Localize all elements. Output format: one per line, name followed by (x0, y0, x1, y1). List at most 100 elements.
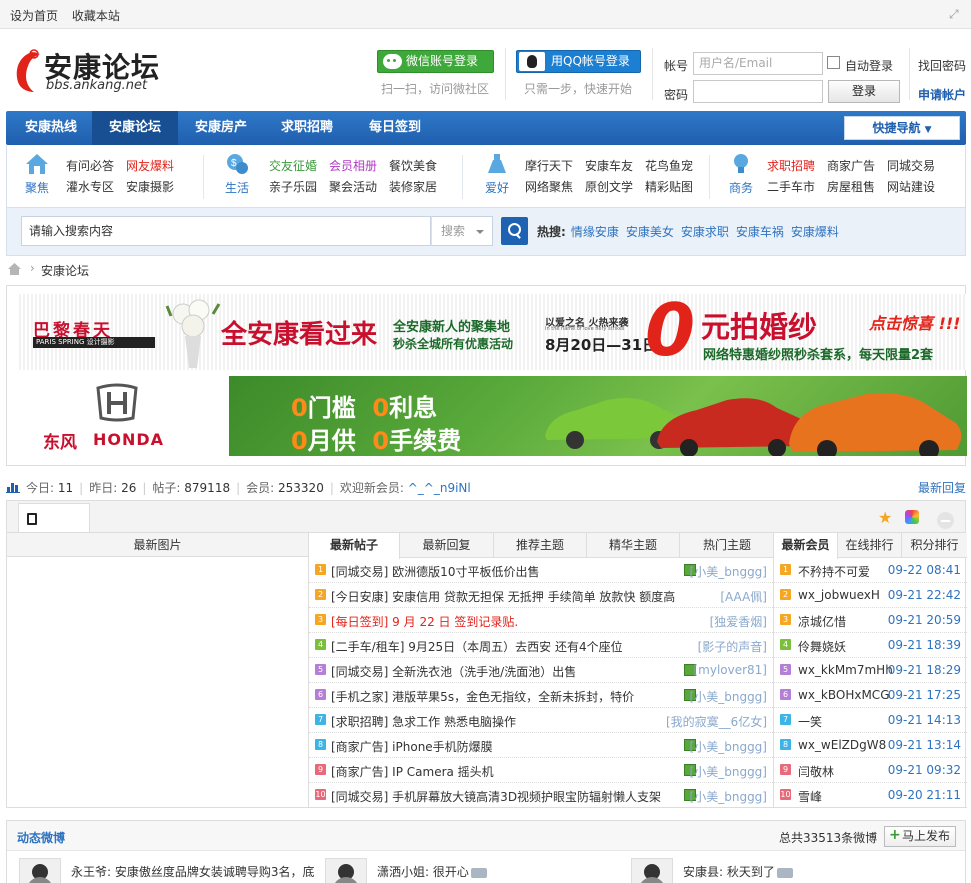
thread-title[interactable]: [商家广告] IP Camera 摇头机 (331, 763, 671, 780)
category-link[interactable]: 求职招聘 (767, 157, 815, 174)
category-name[interactable]: 商务 (729, 179, 753, 196)
thread-author[interactable]: [小美_bnggg] (690, 688, 767, 705)
thread-author[interactable]: [mylover81] (693, 663, 767, 677)
member-name[interactable]: wx_kBOHxMCG (798, 688, 890, 702)
member-name[interactable]: 雪峰 (798, 788, 822, 805)
category-link[interactable]: 灌水专区 (66, 178, 114, 195)
account-input[interactable]: 用户名/Email (693, 52, 823, 75)
thread-author[interactable]: [小美_bnggg] (690, 563, 767, 580)
thread-title[interactable]: [求职招聘] 急求工作 熟悉电脑操作 (331, 713, 676, 730)
thread-row[interactable]: 3 [每日签到] 9 月 22 日 签到记录贴. [独爱香烟] (309, 608, 773, 633)
honda-ad-banner[interactable]: 东风 HONDA 0门槛 0利息 0月供 0手续费 (17, 376, 967, 456)
weibo-item[interactable]: 潇洒小姐: 很开心 (325, 858, 625, 883)
hot-link[interactable]: 情缘安康 (571, 225, 619, 239)
member-name[interactable]: 伶舞娆妖 (798, 638, 846, 655)
thread-title[interactable]: [今日安康] 安康信用 贷款无担保 无抵押 手续简单 放款快 额度高 (331, 588, 676, 605)
category-link[interactable]: 商家广告 (827, 157, 875, 174)
category-name[interactable]: 聚焦 (25, 179, 49, 196)
category-link[interactable]: 有问必答 (66, 157, 114, 174)
category-link[interactable]: 交友征婚 (269, 157, 317, 174)
tab-points-rank[interactable]: 积分排行 (902, 533, 967, 558)
member-name[interactable]: 凉城亿惜 (798, 613, 846, 630)
nav-item-hotline[interactable]: 安康热线 (10, 111, 92, 145)
publish-button[interactable]: 马上发布 (884, 826, 956, 847)
auto-login-checkbox[interactable] (827, 56, 840, 69)
set-home-link[interactable]: 设为首页 (10, 9, 58, 23)
hot-link[interactable]: 安康爆料 (791, 225, 839, 239)
search-input[interactable]: 请输入搜索内容 (21, 216, 431, 246)
thread-title[interactable]: [每日签到] 9 月 22 日 签到记录贴. (331, 613, 676, 630)
nav-item-realestate[interactable]: 安康房产 (178, 111, 264, 145)
weibo-title[interactable]: 动态微博 (17, 829, 65, 846)
latest-reply-link[interactable]: 最新回复 (918, 479, 966, 496)
tab-new-members[interactable]: 最新会员 (774, 533, 838, 559)
member-name[interactable]: wx_kkMm7mHh (798, 663, 893, 677)
expand-icon[interactable]: ⤢ (949, 7, 963, 21)
category-link[interactable]: 花鸟鱼宠 (645, 157, 693, 174)
category-link[interactable]: 原创文学 (585, 178, 633, 195)
thread-row[interactable]: 7 [求职招聘] 急求工作 熟悉电脑操作 [我的寂寞__6亿女] (309, 708, 773, 733)
member-row[interactable]: 5 wx_kkMm7mHh 09-21 18:29 (774, 658, 967, 683)
category-link[interactable]: 亲子乐园 (269, 178, 317, 195)
member-row[interactable]: 1 不矜持不可爱 09-22 08:41 (774, 558, 967, 583)
member-row[interactable]: 8 wx_wElZDgW8 09-21 13:14 (774, 733, 967, 758)
thread-title[interactable]: [手机之家] 港版苹果5s，金色无指纹，全新未拆封，特价 (331, 688, 671, 705)
wedding-ad-banner[interactable]: 巴黎春天 PARIS SPRING 设计摄影 全安康看过来 全安康新人的聚集地 … (17, 294, 967, 370)
breadcrumb-current[interactable]: 安康论坛 (41, 262, 89, 279)
thread-row[interactable]: 6 [手机之家] 港版苹果5s，金色无指纹，全新未拆封，特价 [小美_bnggg] (309, 683, 773, 708)
collapse-icon[interactable] (937, 512, 954, 529)
thread-row[interactable]: 10 [同城交易] 手机屏幕放大镜高清3D视频护眼宝防辐射懒人支架 [小美_bngg… (309, 783, 773, 808)
weibo-item[interactable]: 永王爷: 安康傲丝度品牌女装诚聘导购3名，底 (19, 858, 319, 883)
member-name[interactable]: 闫敬林 (798, 763, 834, 780)
category-link[interactable]: 安康摄影 (126, 178, 174, 195)
category-link[interactable]: 装修家居 (389, 178, 437, 195)
category-link[interactable]: 同城交易 (887, 157, 935, 174)
palette-icon[interactable] (905, 510, 919, 524)
member-row[interactable]: 2 wx_jobwuexH 09-21 22:42 (774, 583, 967, 608)
thread-row[interactable]: 5 [同城交易] 全新洗衣池（洗手池/洗面池）出售 [mylover81] (309, 658, 773, 683)
thread-row[interactable]: 9 [商家广告] IP Camera 摇头机 [小美_bnggg] (309, 758, 773, 783)
latest-images-title[interactable]: 最新图片 (7, 533, 308, 557)
home-icon[interactable] (8, 263, 21, 275)
search-type-select[interactable]: 搜索 (431, 216, 493, 246)
tab-hot[interactable]: 热门主题 (680, 533, 774, 558)
forgot-password-link[interactable]: 找回密码 (918, 57, 966, 74)
category-link[interactable]: 安康车友 (585, 157, 633, 174)
hot-link[interactable]: 安康求职 (681, 225, 729, 239)
register-link[interactable]: 申请帐户 (918, 86, 966, 103)
thread-author[interactable]: [小美_bnggg] (690, 763, 767, 780)
tab-latest-replies[interactable]: 最新回复 (400, 533, 494, 558)
tab-latest-posts[interactable]: 最新帖子 (309, 533, 400, 559)
thread-row[interactable]: 2 [今日安康] 安康信用 贷款无担保 无抵押 手续简单 放款快 额度高 [AAA佩… (309, 583, 773, 608)
category-link[interactable]: 聚会活动 (329, 178, 377, 195)
member-name[interactable]: 一笑 (798, 713, 822, 730)
member-row[interactable]: 7 一笑 09-21 14:13 (774, 708, 967, 733)
thread-author[interactable]: [独爱香烟] (710, 613, 767, 630)
site-logo[interactable]: @ 安康论坛 bbs.ankang.net (12, 46, 172, 96)
category-link[interactable]: 网友爆料 (126, 157, 174, 174)
thread-author[interactable]: [小美_bnggg] (690, 738, 767, 755)
thread-row[interactable]: 1 [同城交易] 欧洲德版10寸平板低价出售 [小美_bnggg] (309, 558, 773, 583)
module-tab[interactable] (18, 503, 90, 534)
search-icon[interactable] (501, 217, 528, 245)
thread-author[interactable]: [我的寂寞__6亿女] (666, 713, 767, 730)
category-link[interactable]: 房屋租售 (827, 178, 875, 195)
thread-row[interactable]: 4 [二手车/租车] 9月25日（本周五）去西安 还有4个座位 [影子的声音] (309, 633, 773, 658)
category-link[interactable]: 精彩贴图 (645, 178, 693, 195)
qq-login-button[interactable]: 用QQ帐号登录 (516, 50, 641, 73)
password-input[interactable] (693, 80, 823, 103)
tab-online-rank[interactable]: 在线排行 (838, 533, 902, 558)
newest-member-link[interactable]: ^_^_n9iNl (408, 481, 471, 495)
thread-title[interactable]: [同城交易] 手机屏幕放大镜高清3D视频护眼宝防辐射懒人支架 (331, 788, 671, 805)
avatar[interactable] (631, 858, 673, 883)
category-link[interactable]: 网络聚焦 (525, 178, 573, 195)
nav-item-forum[interactable]: 安康论坛 (92, 111, 178, 145)
thread-author[interactable]: [小美_bnggg] (690, 788, 767, 805)
member-name[interactable]: 不矜持不可爱 (798, 563, 870, 580)
tab-recommended[interactable]: 推荐主题 (494, 533, 587, 558)
hot-link[interactable]: 安康美女 (626, 225, 674, 239)
wechat-login-button[interactable]: 微信账号登录 (377, 50, 494, 73)
thread-author[interactable]: [AAA佩] (720, 588, 767, 605)
login-button[interactable]: 登录 (828, 80, 900, 103)
star-icon[interactable]: ★ (878, 508, 892, 527)
